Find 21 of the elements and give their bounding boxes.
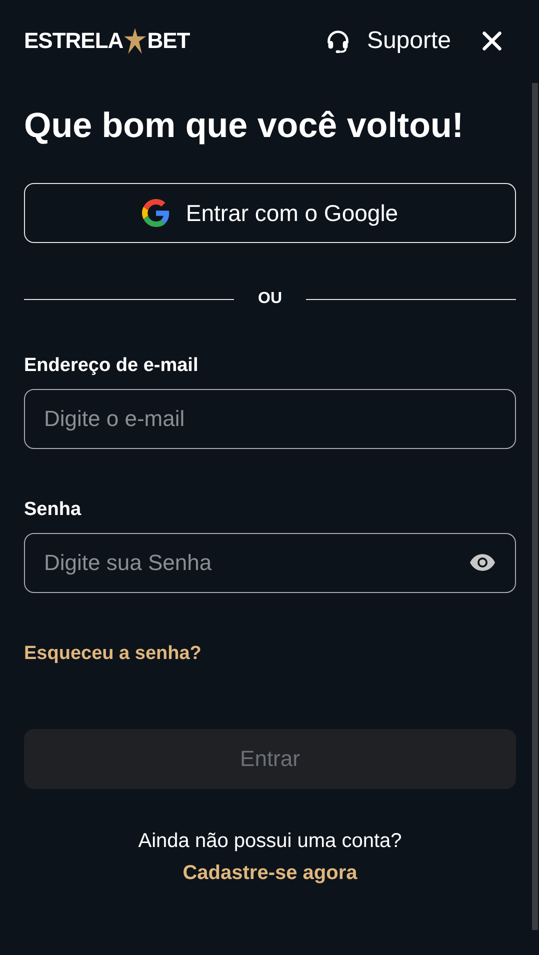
page-title: Que bom que você voltou! bbox=[24, 106, 464, 146]
support-button[interactable]: Suporte bbox=[324, 27, 451, 55]
close-icon bbox=[481, 30, 503, 52]
forgot-password-link[interactable]: Esqueceu a senha? bbox=[24, 643, 202, 665]
google-sign-in-button[interactable]: Entrar com o Google bbox=[24, 183, 516, 243]
show-password-button[interactable] bbox=[470, 554, 495, 571]
email-field[interactable]: Digite o e-mail bbox=[24, 389, 516, 449]
field-label: Senha bbox=[24, 499, 82, 521]
logo-text: ESTRELA bbox=[24, 28, 124, 54]
sign-up-prompt: Ainda não possui uma conta? Cadastre-se agora bbox=[137, 829, 403, 886]
password-field[interactable]: Digite sua Senha bbox=[24, 533, 516, 593]
field-label: Endereço de e-mail bbox=[24, 355, 200, 377]
google-icon bbox=[142, 199, 170, 227]
star-icon bbox=[124, 28, 146, 54]
close-button[interactable] bbox=[481, 30, 503, 52]
headset-icon bbox=[324, 28, 351, 54]
eye-icon bbox=[470, 554, 495, 571]
sign-up-link[interactable]: Cadastre-se agora bbox=[182, 862, 358, 884]
logo-text: BET bbox=[147, 28, 190, 54]
scrollbar[interactable] bbox=[532, 83, 538, 930]
divider-label: OU bbox=[258, 290, 282, 308]
